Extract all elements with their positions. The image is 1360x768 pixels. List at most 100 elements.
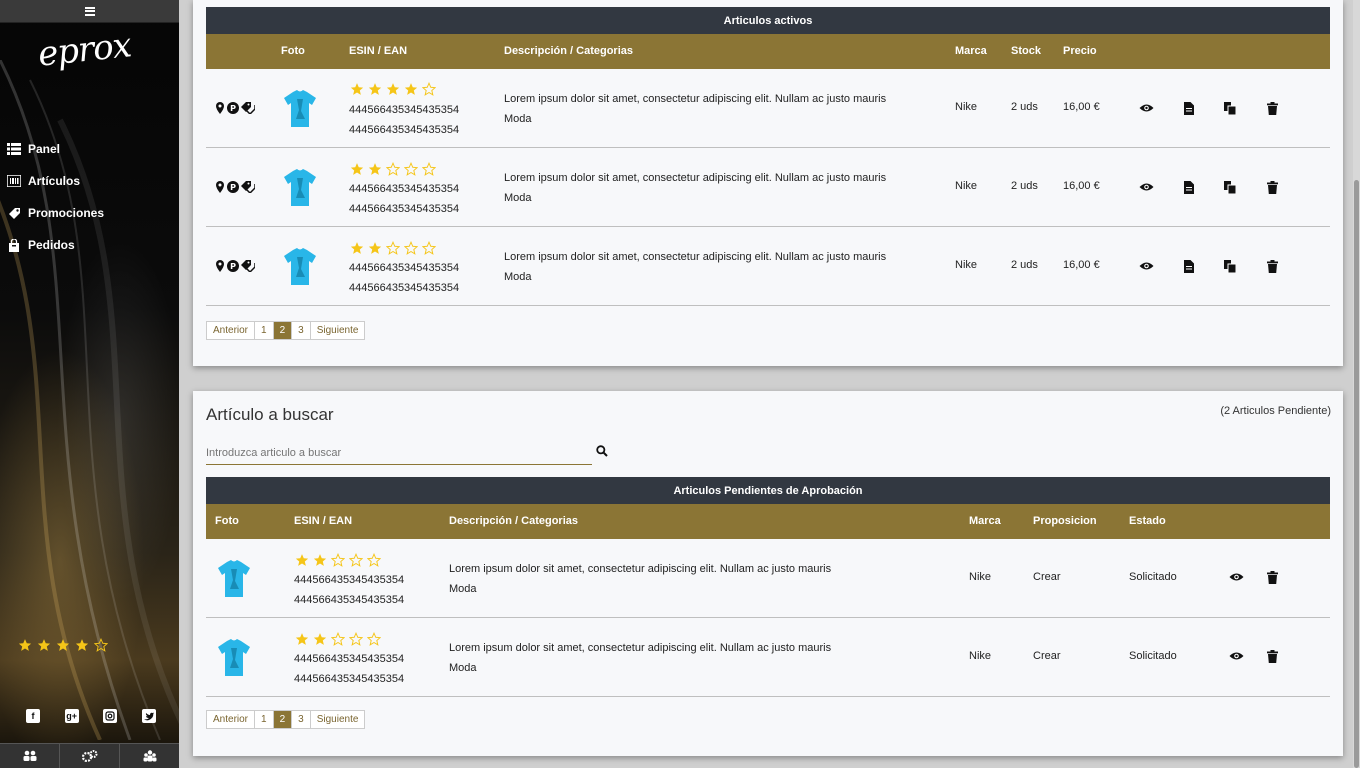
pagination-page[interactable]: 3 bbox=[292, 711, 311, 728]
product-photo[interactable] bbox=[283, 168, 317, 211]
sidebar-rating bbox=[18, 637, 109, 657]
search-input[interactable] bbox=[206, 441, 592, 465]
users-group-icon[interactable] bbox=[0, 744, 60, 768]
product-stock: 2 uds bbox=[1011, 180, 1038, 192]
social-links: f g+ bbox=[26, 709, 156, 723]
view-eye-icon[interactable] bbox=[1138, 179, 1154, 195]
search-icon[interactable] bbox=[594, 443, 610, 459]
view-eye-icon[interactable] bbox=[1138, 258, 1154, 274]
sidebar: eprox Panel Artículos Promociones Pedido… bbox=[0, 0, 179, 768]
star-empty-icon bbox=[330, 552, 346, 570]
svg-text:P: P bbox=[230, 183, 236, 192]
product-photo[interactable] bbox=[283, 89, 317, 132]
col-proposicion: Proposicion bbox=[1033, 515, 1097, 527]
star-empty-icon bbox=[385, 161, 401, 179]
sidebar-item-promociones[interactable]: Promociones bbox=[0, 197, 179, 229]
star-empty-icon bbox=[330, 631, 346, 649]
star-empty-icon bbox=[366, 552, 382, 570]
col-descripcion: Descripción / Categorias bbox=[504, 45, 633, 57]
list-icon bbox=[7, 142, 21, 156]
product-description: Lorem ipsum dolor sit amet, consectetur … bbox=[504, 89, 886, 129]
star-empty-icon bbox=[93, 637, 109, 657]
star-filled-icon bbox=[295, 553, 309, 570]
view-eye-icon[interactable] bbox=[1138, 100, 1154, 116]
duplicate-icon[interactable] bbox=[1222, 258, 1238, 274]
status-badge: Solicitado bbox=[1129, 571, 1177, 583]
sidebar-item-pedidos[interactable]: Pedidos bbox=[0, 229, 179, 261]
category-text: Moda bbox=[504, 192, 532, 204]
duplicate-icon[interactable] bbox=[1222, 179, 1238, 195]
row-feature-icons: P bbox=[215, 102, 256, 117]
star-filled-icon bbox=[313, 553, 327, 570]
product-proposal: Crear bbox=[1033, 650, 1061, 662]
star-filled-icon bbox=[350, 241, 364, 258]
star-filled-icon bbox=[386, 82, 400, 99]
product-proposal: Crear bbox=[1033, 571, 1061, 583]
delete-trash-icon[interactable] bbox=[1264, 569, 1280, 585]
pagination: Anterior 1 2 3 Siguiente bbox=[206, 710, 366, 729]
location-pin-icon bbox=[215, 260, 225, 275]
view-eye-icon[interactable] bbox=[1228, 648, 1244, 664]
document-icon[interactable] bbox=[1181, 100, 1197, 116]
product-photo[interactable] bbox=[217, 559, 251, 602]
delete-trash-icon[interactable] bbox=[1264, 179, 1280, 195]
row-feature-icons: P bbox=[215, 260, 256, 275]
scrollbar-thumb[interactable] bbox=[1354, 180, 1359, 768]
view-eye-icon[interactable] bbox=[1228, 569, 1244, 585]
delete-trash-icon[interactable] bbox=[1264, 258, 1280, 274]
pagination-page[interactable]: 3 bbox=[292, 322, 311, 339]
tags-icon bbox=[241, 181, 256, 196]
product-rating bbox=[350, 240, 437, 258]
product-ean: 444566435345435354 bbox=[349, 124, 460, 136]
product-brand: Nike bbox=[955, 101, 978, 113]
page-scrollbar[interactable] bbox=[1353, 0, 1360, 768]
pagination-next[interactable]: Siguiente bbox=[311, 322, 365, 339]
table-title: Articulos activos bbox=[206, 7, 1330, 34]
twitter-icon[interactable] bbox=[141, 709, 156, 723]
table-row: P 444566435345435354 444566435345435354 Lor… bbox=[206, 227, 1330, 306]
pagination-page-active[interactable]: 2 bbox=[273, 322, 293, 339]
col-esin-ean: ESIN / EAN bbox=[294, 515, 353, 527]
barcode-icon bbox=[7, 174, 21, 188]
product-codes: 444566435345435354 444566435345435354 bbox=[349, 179, 459, 219]
star-filled-icon bbox=[350, 162, 364, 179]
duplicate-icon[interactable] bbox=[1222, 100, 1238, 116]
product-photo[interactable] bbox=[283, 247, 317, 290]
star-empty-icon bbox=[348, 631, 364, 649]
star-filled-icon bbox=[75, 638, 89, 657]
settings-gears-icon[interactable] bbox=[60, 744, 120, 768]
product-photo[interactable] bbox=[217, 638, 251, 681]
sidebar-item-label: Promociones bbox=[28, 206, 105, 220]
instagram-icon[interactable] bbox=[103, 709, 118, 723]
delete-trash-icon[interactable] bbox=[1264, 648, 1280, 664]
description-text: Lorem ipsum dolor sit amet, consectetur … bbox=[449, 563, 832, 575]
pagination-prev[interactable]: Anterior bbox=[207, 322, 256, 339]
people-icon[interactable] bbox=[120, 744, 179, 768]
star-filled-icon bbox=[350, 82, 364, 99]
pagination-prev[interactable]: Anterior bbox=[207, 711, 256, 728]
star-empty-icon bbox=[403, 240, 419, 258]
sidebar-item-articulos[interactable]: Artículos bbox=[0, 165, 179, 197]
facebook-icon[interactable]: f bbox=[26, 709, 40, 723]
pagination-next[interactable]: Siguiente bbox=[311, 711, 365, 728]
product-brand: Nike bbox=[955, 259, 978, 271]
star-empty-icon bbox=[421, 81, 437, 99]
google-plus-icon[interactable]: g+ bbox=[64, 709, 79, 723]
table-row: P 444566435345435354 444566435345435354 Lor… bbox=[206, 148, 1330, 227]
table-header: Foto ESIN / EAN Descripción / Categorias… bbox=[206, 34, 1330, 69]
pagination-page[interactable]: 1 bbox=[255, 711, 274, 728]
delete-trash-icon[interactable] bbox=[1264, 100, 1280, 116]
category-text: Moda bbox=[504, 271, 532, 283]
document-icon[interactable] bbox=[1181, 179, 1197, 195]
menu-toggle-icon[interactable] bbox=[84, 6, 95, 16]
col-marca: Marca bbox=[955, 45, 987, 57]
sidebar-item-panel[interactable]: Panel bbox=[0, 133, 179, 165]
parking-icon: P bbox=[227, 102, 239, 117]
star-filled-icon bbox=[368, 241, 382, 258]
document-icon[interactable] bbox=[1181, 258, 1197, 274]
tag-icon bbox=[7, 206, 21, 220]
logo[interactable]: eprox bbox=[36, 25, 132, 78]
star-empty-icon bbox=[403, 161, 419, 179]
pagination-page-active[interactable]: 2 bbox=[273, 711, 293, 728]
pagination-page[interactable]: 1 bbox=[255, 322, 274, 339]
